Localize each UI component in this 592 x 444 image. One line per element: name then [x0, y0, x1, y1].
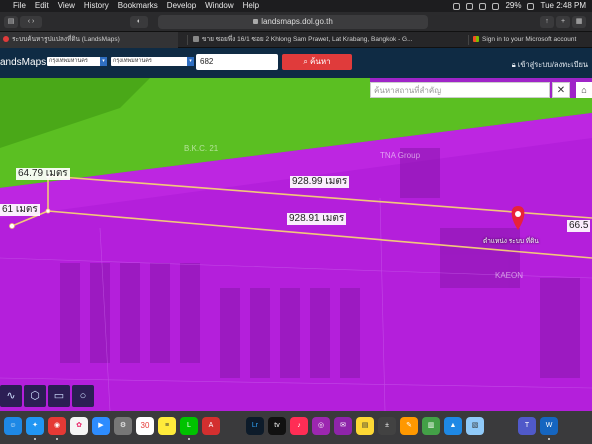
app-logo: andsMaps [0, 57, 47, 68]
numbers-icon[interactable]: ▥ [422, 417, 440, 435]
menu-view[interactable]: View [58, 0, 75, 12]
tab-label: ระบบค้นหารูปแปลงที่ดิน (LandsMaps) [12, 36, 120, 43]
finder-icon[interactable]: ☺ [4, 417, 22, 435]
line-icon[interactable] [453, 2, 461, 10]
search-button-label: ค้นหา [310, 57, 331, 66]
menu-window[interactable]: Window [205, 0, 233, 12]
address-url: landsmaps.dol.go.th [261, 17, 333, 26]
place-search-input[interactable]: ค้นหาสถานที่สำคัญ [370, 82, 550, 98]
tab-label: ขาย ซอยพึ่ง 16/1 ซอย 2 Khlong Sam Prawet… [202, 36, 413, 43]
tv-icon[interactable]: tv [268, 417, 286, 435]
distance-label: 61 เมตร [0, 204, 40, 216]
parcel-number-input[interactable]: 682 [196, 54, 278, 70]
preview-icon[interactable]: ▧ [466, 417, 484, 435]
tab-bar: ระบบค้นหารูปแปลงที่ดิน (LandsMaps) ขาย ซ… [0, 32, 592, 48]
battery-icon[interactable] [527, 2, 535, 10]
tab-divider [187, 35, 188, 45]
browser-toolbar: ▤ ‹ › ◐ landsmaps.dol.go.th ↑ + ▦ [0, 12, 592, 32]
district-value: กรุงเทพมหานคร [113, 58, 152, 64]
distance-label: 66.5 [567, 220, 591, 232]
running-indicator [56, 438, 58, 440]
map-label-bkc: B.K.C. 21 [184, 144, 219, 153]
bluetooth-icon[interactable] [479, 2, 487, 10]
app-header: andsMaps กรุงเทพมหานคร ▾ กรุงเทพมหานคร ▾… [0, 48, 592, 78]
privacy-icon[interactable]: ◐ [130, 16, 148, 28]
share-icon[interactable]: ↑ [540, 16, 554, 28]
lightroom-icon[interactable]: Lr [246, 417, 264, 435]
stickies-icon[interactable]: ▤ [356, 417, 374, 435]
login-link[interactable]: 🔒︎ เข้าสู่ระบบ/ลงทะเบียน [512, 59, 588, 71]
tab-microsoft-signin[interactable]: Sign in to your Microsoft account [470, 32, 592, 48]
menu-bar: File Edit View History Bookmarks Develop… [0, 0, 592, 12]
menu-file[interactable]: File [13, 0, 26, 12]
microsoft-icon [473, 36, 479, 43]
tab-landsmaps[interactable]: ระบบค้นหารูปแปลงที่ดิน (LandsMaps) [0, 32, 178, 48]
wifi-icon[interactable] [492, 2, 500, 10]
messenger-icon[interactable] [466, 2, 474, 10]
notes-icon[interactable]: ≡ [158, 417, 176, 435]
map-tools: ∿ ⬡ ▭ ○ [0, 385, 94, 407]
province-select[interactable]: กรุงเทพมหานคร ▾ [47, 57, 107, 66]
running-indicator [188, 438, 190, 440]
login-label: เข้าสู่ระบบ/ลงทะเบียน [517, 60, 588, 69]
pages-icon[interactable]: ✎ [400, 417, 418, 435]
menu-history[interactable]: History [84, 0, 109, 12]
chevron-down-icon: ▾ [100, 57, 107, 66]
podcasts-icon[interactable]: ◎ [312, 417, 330, 435]
distance-label: 928.91 เมตร [287, 213, 347, 225]
music-icon[interactable]: ♪ [290, 417, 308, 435]
calendar-icon[interactable]: 30 [136, 417, 154, 435]
teams-icon[interactable]: T [518, 417, 536, 435]
tab-overview-icon[interactable]: ▦ [572, 16, 586, 28]
tab-property-listing[interactable]: ขาย ซอยพึ่ง 16/1 ซอย 2 Khlong Sam Prawet… [190, 32, 465, 48]
close-icon[interactable]: ✕ [552, 82, 570, 98]
zoom-icon[interactable]: ▶ [92, 417, 110, 435]
line-app-icon[interactable]: L [180, 417, 198, 435]
page-icon [193, 36, 199, 43]
menu-edit[interactable]: Edit [35, 0, 49, 12]
chrome-icon[interactable]: ◉ [48, 417, 66, 435]
menu-develop[interactable]: Develop [167, 0, 196, 12]
distance-label: 64.79 เมตร [16, 168, 70, 180]
calculator-icon[interactable]: ± [378, 417, 396, 435]
safari-icon[interactable]: ✦ [26, 417, 44, 435]
pin-label: ตำแหน่ง ระบบ ที่ดิน [483, 238, 539, 245]
map-view[interactable]: B.K.C. 21 TNA Group KAEON 64.79 เมตร 928… [0, 78, 592, 411]
back-forward-buttons[interactable]: ‹ › [20, 16, 42, 28]
battery-percent[interactable]: 29% [505, 0, 521, 12]
running-indicator [34, 438, 36, 440]
circle-icon[interactable]: ○ [72, 385, 94, 407]
menu-help[interactable]: Help [243, 0, 259, 12]
new-tab-icon[interactable]: + [556, 16, 570, 28]
dock: ☺ ✦ ◉ ✿ ▶ ⚙ 30 ≡ L A Lr tv ♪ ◎ ✉ ▤ ± ✎ ▥… [0, 411, 592, 444]
search-button[interactable]: ⌕ ค้นหา [282, 54, 352, 70]
tab-label: Sign in to your Microsoft account [482, 36, 577, 43]
menubar-clock[interactable]: Tue 2:48 PM [540, 0, 586, 12]
pin-icon [3, 36, 9, 43]
pdf-icon[interactable]: A [202, 417, 220, 435]
photos-icon[interactable]: ✿ [70, 417, 88, 435]
chevron-down-icon: ▾ [187, 57, 194, 66]
settings-icon[interactable]: ⚙ [114, 417, 132, 435]
messenger-icon[interactable]: ✉ [334, 417, 352, 435]
word-icon[interactable]: W [540, 417, 558, 435]
tab-divider [468, 35, 469, 45]
menu-bookmarks[interactable]: Bookmarks [118, 0, 158, 12]
polygon-icon[interactable]: ⬡ [24, 385, 46, 407]
sidebar-icon[interactable]: ▤ [4, 16, 18, 28]
measure-icon[interactable]: ∿ [0, 385, 22, 407]
lock-icon [253, 19, 259, 25]
rectangle-icon[interactable]: ▭ [48, 385, 70, 407]
province-value: กรุงเทพมหานคร [49, 58, 88, 64]
map-label-kaeon: KAEON [495, 271, 524, 280]
address-bar[interactable]: landsmaps.dol.go.th [158, 15, 428, 29]
district-select[interactable]: กรุงเทพมหานคร ▾ [111, 57, 194, 66]
distance-label: 928.99 เมตร [290, 176, 350, 188]
map-label-tna: TNA Group [380, 151, 421, 160]
home-icon[interactable]: ⌂ [576, 82, 592, 98]
running-indicator [548, 438, 550, 440]
keynote-icon[interactable]: ▲ [444, 417, 462, 435]
